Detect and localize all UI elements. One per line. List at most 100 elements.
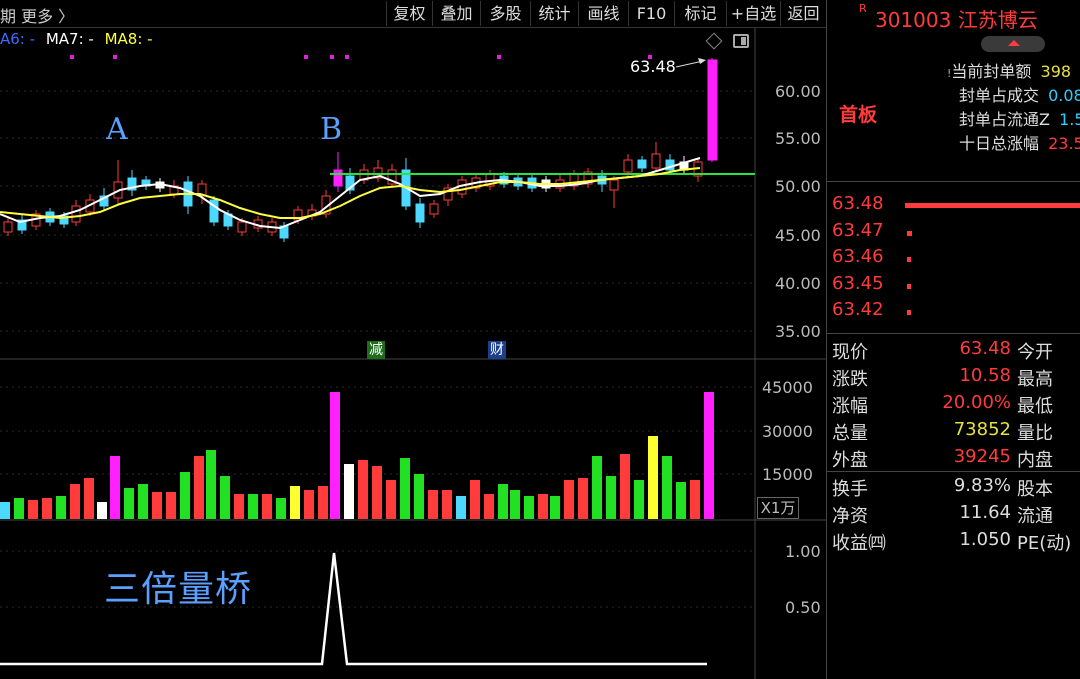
last-price-label: 63.48 xyxy=(630,57,676,76)
order-volume-bar xyxy=(907,310,911,315)
volume-bar xyxy=(648,436,658,519)
quote-label: 总量 xyxy=(832,423,868,444)
volume-bar xyxy=(42,498,52,519)
quote-value: 20.00% xyxy=(942,392,1011,413)
candle-body xyxy=(637,159,647,169)
quote-value: 10.58 xyxy=(959,365,1011,386)
marker-a: A xyxy=(106,112,128,147)
volume-bar xyxy=(676,482,686,519)
seal-label: 封单占成交 xyxy=(959,86,1040,105)
volume-bar xyxy=(110,456,120,519)
collapse-button[interactable] xyxy=(981,36,1045,52)
chevron-up-icon xyxy=(1008,40,1020,46)
volume-bar xyxy=(386,480,396,519)
seal-row: !当前封单额 398 xyxy=(947,62,1072,81)
volume-bar xyxy=(0,502,10,519)
price-axis-label: 35.00 xyxy=(775,322,821,341)
seal-row: 十日总涨幅 23.5 xyxy=(959,130,1080,154)
order-price: 63.45 xyxy=(832,273,884,294)
price-axis-label: 55.00 xyxy=(775,129,821,148)
seal-value: 398 xyxy=(1040,62,1072,81)
price-axis-label: 45.00 xyxy=(775,226,821,245)
indicator-axis-label: 0.50 xyxy=(785,598,821,617)
volume-bar xyxy=(234,494,244,519)
quote-label: 收益㈣ xyxy=(832,533,886,554)
volume-bar xyxy=(290,486,300,519)
volume-bar xyxy=(400,458,410,519)
volume-bar xyxy=(690,480,700,519)
volume-bar xyxy=(152,492,162,519)
volume-bar xyxy=(372,466,382,519)
quote-label-2: PE(动) xyxy=(1017,533,1072,554)
order-volume-bar xyxy=(907,257,911,262)
stock-chart-screen: 期 更多 〉 复权 叠加 多股 统计 画线 F10 标记 +自选 返回 A6: … xyxy=(0,0,1080,679)
marker-b: B xyxy=(320,112,343,147)
volume-bar xyxy=(262,494,272,519)
volume-bar xyxy=(276,498,286,519)
volume-bar xyxy=(524,496,534,519)
volume-bar xyxy=(56,496,66,519)
seal-row: 封单占成交 0.08 xyxy=(959,82,1080,106)
volume-axis-label: 30000 xyxy=(762,422,813,441)
seal-label: 十日总涨幅 xyxy=(959,134,1040,153)
event-tag-reduce[interactable]: 减 xyxy=(367,341,385,359)
quote-label-2: 流通 xyxy=(1017,506,1053,527)
seal-label: 当前封单额 xyxy=(951,62,1032,81)
volume-bar xyxy=(662,456,672,519)
volume-bar xyxy=(498,484,508,519)
volume-bar xyxy=(344,464,354,519)
volume-bar xyxy=(70,484,80,519)
last-price-arrow xyxy=(675,60,704,68)
candle-body xyxy=(3,221,13,233)
event-tag-finance[interactable]: 财 xyxy=(488,341,506,359)
volume-bar xyxy=(550,496,560,519)
order-price: 63.46 xyxy=(832,246,884,267)
volume-bar xyxy=(138,484,148,519)
quote-label-2: 最低 xyxy=(1017,396,1053,417)
volume-bar xyxy=(414,474,424,519)
quote-label: 现价 xyxy=(832,342,868,363)
volume-bar xyxy=(124,488,134,519)
quote-label-2: 内盘 xyxy=(1017,450,1053,471)
volume-bars xyxy=(0,392,714,519)
quote-label: 净资 xyxy=(832,506,868,527)
volume-axis-label: 15000 xyxy=(762,465,813,484)
volume-bar xyxy=(358,460,368,519)
candle-body xyxy=(609,179,619,191)
arrow-head xyxy=(698,58,706,64)
quote-label: 涨幅 xyxy=(832,396,868,417)
seal-label: 封单占流通Z xyxy=(959,110,1050,129)
volume-bar xyxy=(220,476,230,519)
volume-bar xyxy=(456,496,466,519)
quote-value: 39245 xyxy=(953,446,1011,467)
quote-label-2: 量比 xyxy=(1017,423,1053,444)
window-icon[interactable] xyxy=(733,34,749,48)
volume-bar xyxy=(606,476,616,519)
stock-badge: R xyxy=(859,2,867,15)
price-axis-label: 40.00 xyxy=(775,274,821,293)
quote-label: 涨跌 xyxy=(832,369,868,390)
quote-panel: R 301003 江苏博云 首板 !当前封单额 398 封单占成交 0.08 封… xyxy=(826,0,1080,679)
order-volume-bar xyxy=(905,203,1080,208)
volume-axis-label: 45000 xyxy=(762,378,813,397)
divider xyxy=(827,333,1080,334)
volume-bar xyxy=(704,392,714,519)
seal-value: 1.5 xyxy=(1059,110,1080,129)
quote-value: 63.48 xyxy=(959,338,1011,359)
quote-value: 9.83% xyxy=(953,475,1011,496)
candle-body xyxy=(623,159,633,173)
volume-bar xyxy=(484,494,494,519)
candle-body xyxy=(651,153,661,169)
indicator-title: 三倍量桥 xyxy=(104,569,253,610)
board-label: 首板 xyxy=(839,104,878,126)
candles xyxy=(3,58,718,242)
volume-bar xyxy=(248,494,258,519)
order-price: 63.42 xyxy=(832,299,884,320)
volume-bar xyxy=(206,450,216,519)
volume-bar xyxy=(97,502,107,519)
quote-label: 外盘 xyxy=(832,450,868,471)
quote-value: 11.64 xyxy=(959,502,1011,523)
volume-bar xyxy=(84,478,94,519)
order-price: 63.48 xyxy=(832,193,884,214)
volume-bar xyxy=(180,472,190,519)
